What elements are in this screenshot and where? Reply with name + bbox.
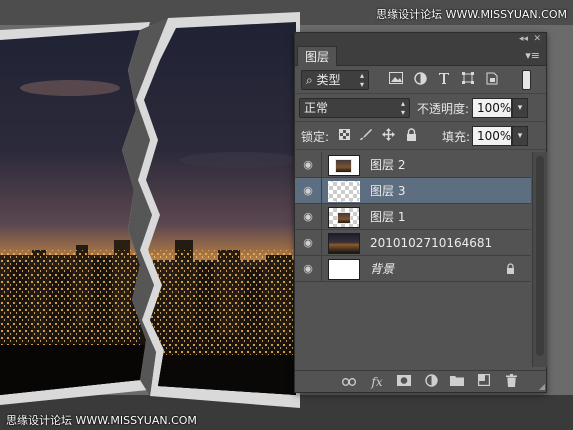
panel-resize-grip[interactable]: ◢: [539, 382, 545, 391]
visibility-eye-icon[interactable]: ◉: [295, 230, 322, 256]
layer-name[interactable]: 背景: [370, 256, 394, 282]
layer-row-city-photo[interactable]: ◉ 2010102710164681: [295, 230, 531, 256]
blend-mode-value: 正常: [304, 101, 329, 115]
visibility-eye-icon[interactable]: ◉: [295, 178, 322, 204]
layer-list-scrollbar[interactable]: [532, 152, 547, 367]
layer-row-background[interactable]: ◉ 背景: [295, 256, 531, 282]
layer-row-layer-1[interactable]: ◉ 图层 1: [295, 204, 531, 230]
select-arrows-icon: ▴ ▾: [400, 99, 405, 117]
panel-menu-icon[interactable]: ▾≡: [525, 49, 540, 62]
folder-icon[interactable]: [448, 374, 466, 390]
lock-position-icon[interactable]: [380, 128, 396, 144]
visibility-eye-icon[interactable]: ◉: [295, 204, 322, 230]
layer-filter-row: ⌕ 类型 ▴ ▾: [295, 66, 546, 94]
new-layer-icon[interactable]: [475, 374, 493, 390]
layer-thumbnail: [328, 155, 360, 176]
layer-row-layer-2[interactable]: ◉ 图层 2: [295, 152, 531, 178]
search-icon: ⌕: [306, 73, 317, 87]
layer-name[interactable]: 2010102710164681: [370, 230, 492, 256]
lock-all-icon[interactable]: [403, 128, 419, 144]
opacity-input[interactable]: 100%: [472, 98, 512, 118]
lock-label: 锁定:: [301, 130, 330, 144]
layer-name[interactable]: 图层 1: [370, 204, 405, 230]
tab-layers[interactable]: 图层: [297, 46, 337, 66]
image-filter-icon[interactable]: [388, 72, 404, 88]
mask-icon[interactable]: [395, 374, 413, 390]
fill-dropdown-button[interactable]: ▾: [512, 126, 528, 146]
layer-thumbnail: [328, 233, 360, 254]
visibility-eye-icon[interactable]: ◉: [295, 152, 322, 178]
adjustment-filter-icon[interactable]: [412, 72, 428, 88]
lock-fill-row: 锁定: 填充: 100% ▾: [295, 122, 546, 150]
photo-thumbnail-icon: [335, 159, 352, 173]
shape-filter-icon[interactable]: [460, 72, 476, 88]
panel-tab-bar: 图层 ▾≡: [295, 46, 546, 66]
layers-panel-toolbar: fx ◢: [295, 370, 546, 392]
filter-toggle-switch[interactable]: [522, 70, 531, 90]
layer-thumbnail: [328, 259, 360, 280]
select-arrows-icon: ▴ ▾: [359, 71, 364, 89]
trash-icon[interactable]: [502, 374, 520, 390]
watermark-top: 思缘设计论坛 WWW.MISSYUAN.COM: [376, 8, 567, 21]
collapse-panel-button[interactable]: ◂◂: [519, 33, 528, 46]
smart-object-filter-icon[interactable]: [484, 72, 500, 88]
layer-thumbnail: [328, 207, 360, 228]
lock-transparent-pixels-icon[interactable]: [336, 128, 352, 144]
opacity-label: 不透明度:: [417, 102, 470, 116]
layer-list: ◉ 图层 2 ◉ 图层 3 ◉ 图层 1 ◉ 2010102710164681 …: [295, 152, 531, 367]
close-panel-button[interactable]: ✕: [533, 33, 541, 46]
panel-title-strip[interactable]: ◂◂ ✕: [295, 33, 546, 46]
layers-panel: ◂◂ ✕ 图层 ▾≡ ⌕ 类型 ▴ ▾ 正常 ▴ ▾ 不透明度: 100% ▾ …: [294, 32, 547, 393]
type-filter-icon[interactable]: [436, 72, 452, 88]
fill-label: 填充:: [442, 130, 471, 144]
link-icon[interactable]: [340, 374, 358, 390]
visibility-eye-icon[interactable]: ◉: [295, 256, 322, 282]
filter-kind-label: 类型: [316, 73, 341, 87]
fill-input[interactable]: 100%: [472, 126, 512, 146]
layer-locked-icon: [506, 256, 515, 282]
watermark-bottom: 思缘设计论坛 WWW.MISSYUAN.COM: [6, 414, 197, 427]
layer-name[interactable]: 图层 3: [370, 178, 405, 204]
blend-opacity-row: 正常 ▴ ▾ 不透明度: 100% ▾: [295, 94, 546, 122]
fx-icon[interactable]: fx: [368, 374, 386, 390]
lock-image-pixels-icon[interactable]: [357, 128, 373, 144]
adjustment-layer-icon[interactable]: [422, 374, 440, 390]
filter-kind-select[interactable]: ⌕ 类型 ▴ ▾: [301, 70, 369, 90]
blend-mode-select[interactable]: 正常 ▴ ▾: [299, 98, 410, 118]
opacity-dropdown-button[interactable]: ▾: [512, 98, 528, 118]
scrollbar-thumb[interactable]: [536, 156, 544, 356]
layer-name[interactable]: 图层 2: [370, 152, 405, 178]
photo-thumbnail-icon: [337, 212, 351, 224]
layer-thumbnail: [328, 181, 360, 202]
layer-row-layer-3[interactable]: ◉ 图层 3: [295, 178, 531, 204]
